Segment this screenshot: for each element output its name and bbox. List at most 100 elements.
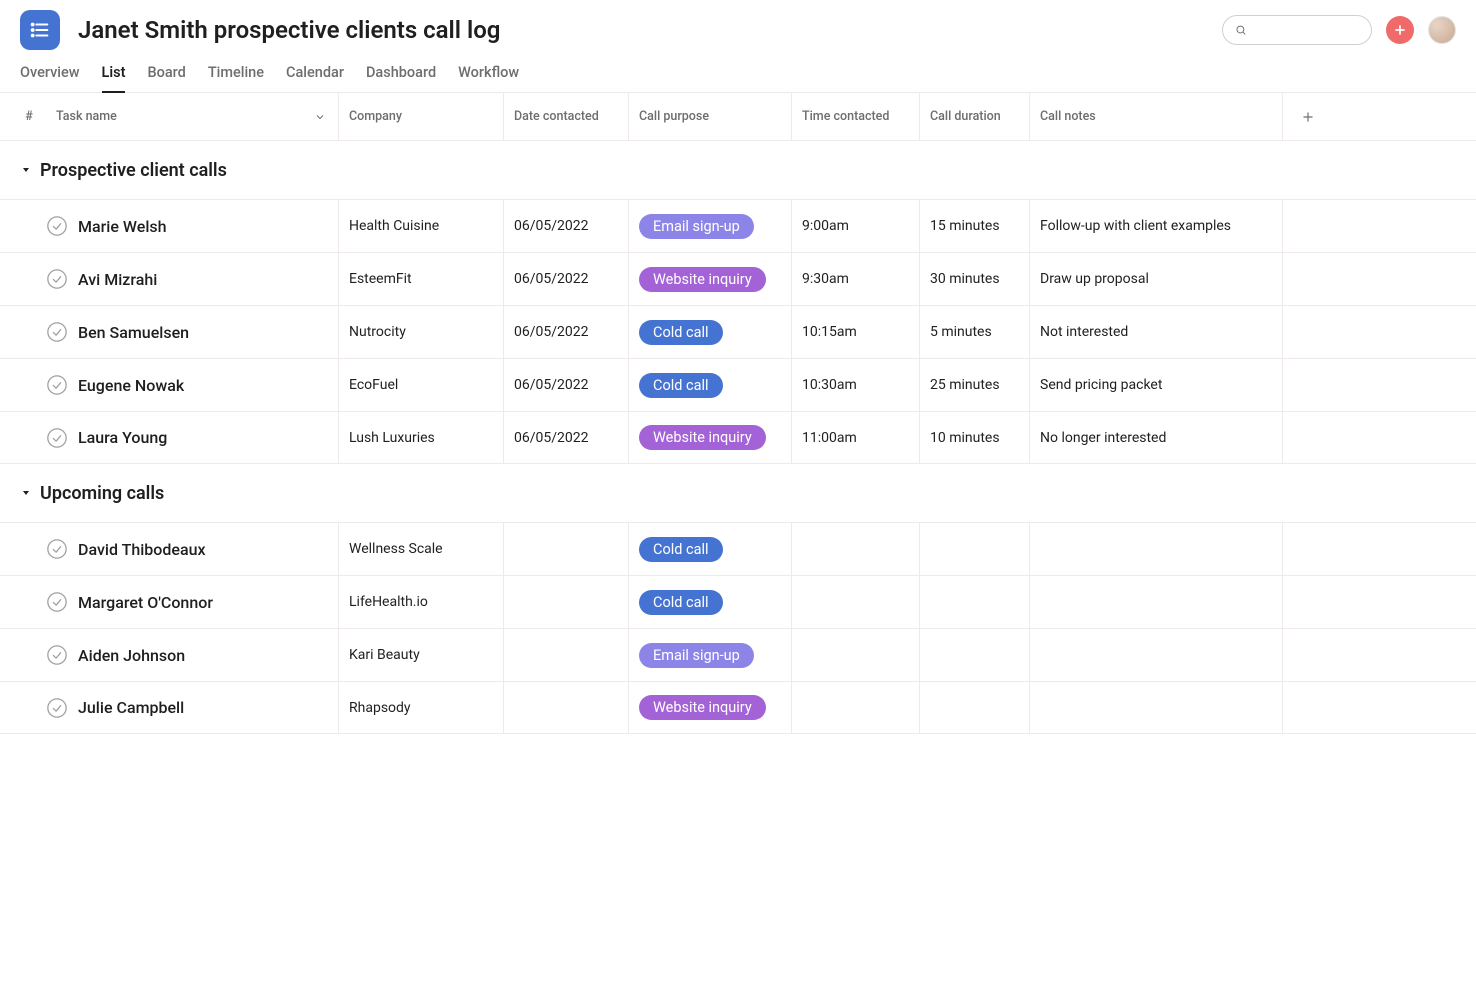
- table-row[interactable]: Eugene Nowak EcoFuel06/05/2022Cold call10…: [0, 358, 1476, 411]
- tab-dashboard[interactable]: Dashboard: [366, 64, 436, 92]
- table-row[interactable]: Julie Campbell Rhapsody Website inquiry: [0, 681, 1476, 734]
- table-row[interactable]: Aiden Johnson Kari Beauty Email sign-up: [0, 628, 1476, 681]
- tab-calendar[interactable]: Calendar: [286, 64, 344, 92]
- check-circle-icon[interactable]: [46, 321, 68, 343]
- page-title[interactable]: Janet Smith prospective clients call log: [78, 16, 1204, 44]
- tab-overview[interactable]: Overview: [20, 64, 80, 92]
- cell-date[interactable]: 06/05/2022: [503, 253, 628, 305]
- column-duration[interactable]: Call duration: [919, 93, 1029, 140]
- column-purpose[interactable]: Call purpose: [628, 93, 791, 140]
- table-row[interactable]: David Thibodeaux Wellness Scale Cold call: [0, 522, 1476, 575]
- column-task[interactable]: Task name: [38, 109, 338, 124]
- tab-timeline[interactable]: Timeline: [208, 64, 264, 92]
- cell-date[interactable]: [503, 523, 628, 575]
- task-name[interactable]: Aiden Johnson: [78, 646, 185, 665]
- cell-purpose[interactable]: Email sign-up: [628, 200, 791, 252]
- cell-purpose[interactable]: Website inquiry: [628, 682, 791, 733]
- cell-purpose[interactable]: Website inquiry: [628, 412, 791, 463]
- table-row[interactable]: Laura Young Lush Luxuries06/05/2022Websit…: [0, 411, 1476, 464]
- cell-company[interactable]: Kari Beauty: [338, 629, 503, 681]
- check-circle-icon[interactable]: [46, 697, 68, 719]
- cell-company[interactable]: Lush Luxuries: [338, 412, 503, 463]
- cell-time[interactable]: 10:30am: [791, 359, 919, 411]
- cell-duration[interactable]: 15 minutes: [919, 200, 1029, 252]
- task-name[interactable]: David Thibodeaux: [78, 540, 206, 559]
- cell-duration[interactable]: [919, 576, 1029, 628]
- cell-duration[interactable]: [919, 682, 1029, 733]
- table-row[interactable]: Marie WelshHealth Cuisine06/05/2022Email…: [0, 199, 1476, 252]
- column-notes[interactable]: Call notes: [1029, 93, 1282, 140]
- cell-notes[interactable]: [1029, 576, 1282, 628]
- cell-time[interactable]: 9:30am: [791, 253, 919, 305]
- column-date[interactable]: Date contacted: [503, 93, 628, 140]
- cell-time[interactable]: 9:00am: [791, 200, 919, 252]
- cell-time[interactable]: [791, 523, 919, 575]
- tab-board[interactable]: Board: [147, 64, 185, 92]
- cell-notes[interactable]: No longer interested: [1029, 412, 1282, 463]
- section-header[interactable]: Prospective client calls: [0, 141, 1476, 199]
- cell-duration[interactable]: 5 minutes: [919, 306, 1029, 358]
- cell-duration[interactable]: [919, 629, 1029, 681]
- cell-time[interactable]: [791, 682, 919, 733]
- cell-purpose[interactable]: Cold call: [628, 576, 791, 628]
- project-list-icon[interactable]: [20, 10, 60, 50]
- task-name[interactable]: Laura Young: [78, 428, 167, 447]
- cell-date[interactable]: [503, 629, 628, 681]
- check-circle-icon[interactable]: [46, 268, 68, 290]
- task-name[interactable]: Ben Samuelsen: [78, 323, 189, 342]
- cell-time[interactable]: 11:00am: [791, 412, 919, 463]
- cell-notes[interactable]: [1029, 523, 1282, 575]
- cell-purpose[interactable]: Cold call: [628, 359, 791, 411]
- cell-duration[interactable]: 25 minutes: [919, 359, 1029, 411]
- cell-purpose[interactable]: Cold call: [628, 523, 791, 575]
- search-input[interactable]: [1255, 22, 1359, 38]
- cell-notes[interactable]: [1029, 682, 1282, 733]
- search-box[interactable]: [1222, 15, 1372, 45]
- cell-purpose[interactable]: Website inquiry: [628, 253, 791, 305]
- cell-time[interactable]: [791, 576, 919, 628]
- cell-company[interactable]: EsteemFit: [338, 253, 503, 305]
- cell-date[interactable]: 06/05/2022: [503, 359, 628, 411]
- column-company[interactable]: Company: [338, 93, 503, 140]
- cell-notes[interactable]: [1029, 629, 1282, 681]
- task-name[interactable]: Marie Welsh: [78, 217, 167, 236]
- cell-company[interactable]: Rhapsody: [338, 682, 503, 733]
- task-name[interactable]: Julie Campbell: [78, 698, 184, 717]
- task-name[interactable]: Margaret O'Connor: [78, 593, 213, 612]
- cell-date[interactable]: 06/05/2022: [503, 412, 628, 463]
- cell-time[interactable]: [791, 629, 919, 681]
- check-circle-icon[interactable]: [46, 591, 68, 613]
- check-circle-icon[interactable]: [46, 374, 68, 396]
- cell-company[interactable]: Health Cuisine: [338, 200, 503, 252]
- check-circle-icon[interactable]: [46, 644, 68, 666]
- table-row[interactable]: Avi Mizrahi EsteemFit06/05/2022Website in…: [0, 252, 1476, 305]
- cell-date[interactable]: [503, 682, 628, 733]
- cell-notes[interactable]: Draw up proposal: [1029, 253, 1282, 305]
- cell-company[interactable]: Nutrocity: [338, 306, 503, 358]
- cell-notes[interactable]: Send pricing packet: [1029, 359, 1282, 411]
- task-name[interactable]: Eugene Nowak: [78, 376, 184, 395]
- cell-date[interactable]: [503, 576, 628, 628]
- cell-purpose[interactable]: Cold call: [628, 306, 791, 358]
- cell-date[interactable]: 06/05/2022: [503, 306, 628, 358]
- tab-list[interactable]: List: [102, 64, 126, 93]
- check-circle-icon[interactable]: [46, 427, 68, 449]
- table-row[interactable]: Ben Samuelsen Nutrocity06/05/2022Cold cal…: [0, 305, 1476, 358]
- cell-purpose[interactable]: Email sign-up: [628, 629, 791, 681]
- add-button[interactable]: [1386, 16, 1414, 44]
- cell-company[interactable]: EcoFuel: [338, 359, 503, 411]
- check-circle-icon[interactable]: [46, 215, 68, 237]
- cell-time[interactable]: 10:15am: [791, 306, 919, 358]
- cell-duration[interactable]: 10 minutes: [919, 412, 1029, 463]
- cell-company[interactable]: LifeHealth.io: [338, 576, 503, 628]
- cell-duration[interactable]: [919, 523, 1029, 575]
- cell-duration[interactable]: 30 minutes: [919, 253, 1029, 305]
- check-circle-icon[interactable]: [46, 538, 68, 560]
- add-column-button[interactable]: [1282, 93, 1322, 140]
- tab-workflow[interactable]: Workflow: [458, 64, 519, 92]
- cell-notes[interactable]: Not interested: [1029, 306, 1282, 358]
- cell-company[interactable]: Wellness Scale: [338, 523, 503, 575]
- task-name[interactable]: Avi Mizrahi: [78, 270, 157, 289]
- table-row[interactable]: Margaret O'Connor LifeHealth.io Cold call: [0, 575, 1476, 628]
- user-avatar[interactable]: [1428, 16, 1456, 44]
